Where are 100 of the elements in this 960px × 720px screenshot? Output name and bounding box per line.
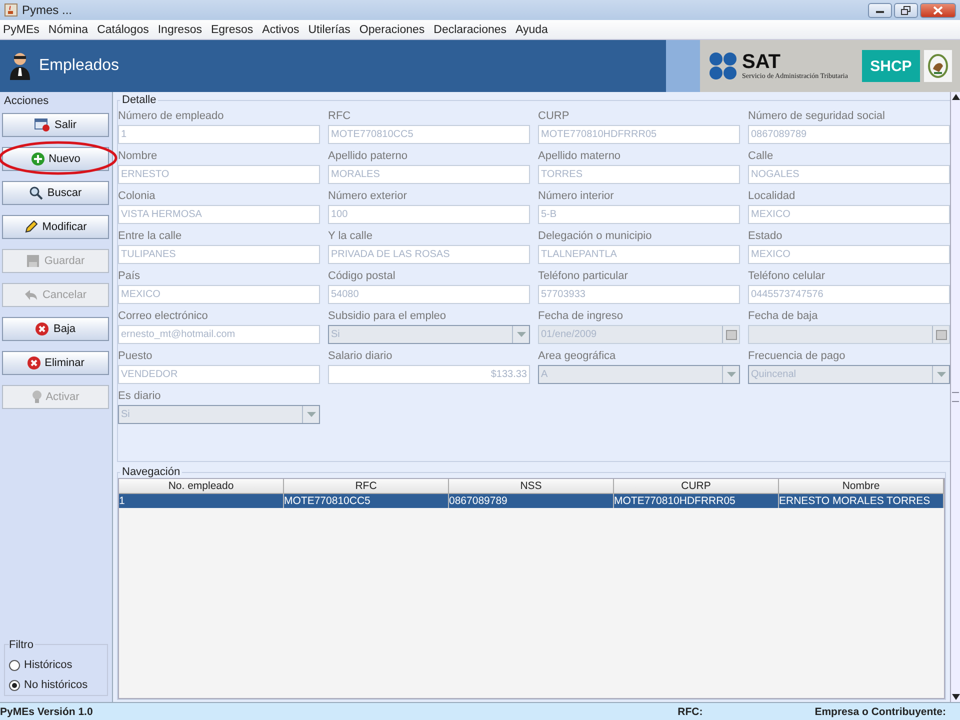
group-title: Detalle xyxy=(121,94,158,106)
action-button[interactable]: Baja xyxy=(2,317,109,341)
java-cup-icon xyxy=(4,3,18,17)
text-field[interactable]: 5-B xyxy=(538,205,740,224)
group-title: Navegación xyxy=(121,466,182,478)
table-cell: MOTE770810HDFRRR05 xyxy=(614,494,779,508)
restore-button[interactable] xyxy=(894,2,918,18)
field-label: Entre la calle xyxy=(118,230,183,242)
field-label: Nombre xyxy=(118,150,158,162)
text-field[interactable]: 0867089789 xyxy=(748,125,950,144)
employee-icon xyxy=(9,52,31,80)
scrollbar[interactable] xyxy=(950,92,960,702)
dropdown-arrow-icon xyxy=(936,372,946,377)
field-label: Fecha de baja xyxy=(748,310,819,322)
text-field[interactable]: NOGALES xyxy=(748,165,950,184)
section-title: Empleados xyxy=(39,57,120,75)
text-field[interactable]: TORRES xyxy=(538,165,740,184)
field-label: Subsidio para el empleo xyxy=(328,310,448,322)
text-field[interactable]: ernesto_mt@hotmail.com xyxy=(118,325,320,344)
menu-item[interactable]: Egresos xyxy=(210,24,254,36)
action-button[interactable]: Eliminar xyxy=(2,351,109,375)
field-label: Correo electrónico xyxy=(118,310,209,322)
field-label: Estado xyxy=(748,230,784,242)
field-label: Salario diario xyxy=(328,350,394,362)
field-label: RFC xyxy=(328,110,352,122)
text-field[interactable]: VISTA HERMOSA xyxy=(118,205,320,224)
text-field[interactable]: TULIPANES xyxy=(118,245,320,264)
minimize-button[interactable] xyxy=(868,2,892,18)
menu-item[interactable]: Ayuda xyxy=(516,24,548,36)
text-field[interactable]: PRIVADA DE LAS ROSAS xyxy=(328,245,530,264)
text-field[interactable]: 100 xyxy=(328,205,530,224)
radio-option[interactable]: No históricos xyxy=(9,679,103,691)
close-icon xyxy=(933,6,943,14)
field-label: Colonia xyxy=(118,190,156,202)
text-field[interactable]: 1 xyxy=(118,125,320,144)
column-header[interactable]: RFC xyxy=(284,479,449,494)
field-label: Area geográfica xyxy=(538,350,617,362)
field-label: CURP xyxy=(538,110,570,122)
text-field[interactable]: MEXICO xyxy=(118,285,320,304)
logo-text: SHCP xyxy=(862,50,920,82)
banner-stripe xyxy=(666,40,700,92)
radio-option[interactable]: Históricos xyxy=(9,659,103,671)
scroll-up-icon[interactable] xyxy=(952,94,960,100)
action-button[interactable]: Nuevo xyxy=(2,147,109,171)
field-label: Teléfono particular xyxy=(538,270,629,282)
action-button[interactable]: Modificar xyxy=(2,215,109,239)
window-title: Pymes ... xyxy=(22,3,72,17)
menu-item[interactable]: Utilerías xyxy=(308,24,350,36)
column-header[interactable]: CURP xyxy=(614,479,779,494)
menu-item[interactable]: Operaciones xyxy=(359,24,425,36)
action-button[interactable]: Buscar xyxy=(2,181,109,205)
menu-item[interactable]: PyMEs xyxy=(3,24,40,36)
menu-item[interactable]: Activos xyxy=(262,24,300,36)
group-title: Filtro xyxy=(9,639,36,651)
undo-icon xyxy=(24,289,38,301)
close-button[interactable] xyxy=(920,2,956,18)
date-field[interactable] xyxy=(748,325,950,344)
delete-icon xyxy=(35,322,50,336)
menu-item[interactable]: Ingresos xyxy=(158,24,202,36)
dropdown-field[interactable]: Quincenal xyxy=(748,365,950,384)
text-field[interactable]: 54080 xyxy=(328,285,530,304)
text-field[interactable]: MORALES xyxy=(328,165,530,184)
date-field[interactable]: 01/ene/2009 xyxy=(538,325,740,344)
action-button[interactable]: Salir xyxy=(2,113,109,137)
menu-item[interactable]: Declaraciones xyxy=(434,24,507,36)
field-label: Apellido materno xyxy=(538,150,622,162)
table-cell: ERNESTO MORALES TORRES xyxy=(779,494,944,508)
field-label: Fecha de ingreso xyxy=(538,310,624,322)
scroll-down-icon[interactable] xyxy=(952,694,960,700)
field-label: País xyxy=(118,270,142,282)
menu-item[interactable]: Catálogos xyxy=(97,24,149,36)
text-field[interactable]: MEXICO xyxy=(748,205,950,224)
pencil-icon xyxy=(24,220,38,234)
menu-item[interactable]: Nómina xyxy=(48,24,88,36)
text-field[interactable]: MOTE770810HDFRRR05 xyxy=(538,125,740,144)
column-header[interactable]: No. empleado xyxy=(119,479,284,494)
dropdown-field[interactable]: Si xyxy=(328,325,530,344)
field-label: Delegación o municipio xyxy=(538,230,653,242)
table-cell: 1 xyxy=(119,494,284,508)
text-field[interactable]: 0445573747576 xyxy=(748,285,950,304)
text-field[interactable]: ERNESTO xyxy=(118,165,320,184)
window-close-icon xyxy=(34,118,50,132)
column-header[interactable]: NSS xyxy=(449,479,614,494)
text-field[interactable]: MOTE770810CC5 xyxy=(328,125,530,144)
dropdown-field[interactable]: A xyxy=(538,365,740,384)
table-row[interactable]: 1 MOTE770810CC5 0867089789 MOTE770810HDFRRR05 ERNESTO MORALES TORRES xyxy=(119,494,944,508)
amount-field[interactable]: $133.33 xyxy=(328,365,530,384)
field-label: Apellido paterno xyxy=(328,150,409,162)
text-field[interactable]: MEXICO xyxy=(748,245,950,264)
text-field[interactable]: TLALNEPANTLA xyxy=(538,245,740,264)
lightbulb-icon xyxy=(32,390,42,404)
field-label: Teléfono celular xyxy=(748,270,826,282)
text-field[interactable]: 57703933 xyxy=(538,285,740,304)
column-header[interactable]: Nombre xyxy=(779,479,944,494)
field-label: Puesto xyxy=(118,350,154,362)
emblem-icon xyxy=(924,50,952,82)
table-cell: 0867089789 xyxy=(449,494,614,508)
group-title: Acciones xyxy=(3,94,50,109)
text-field[interactable]: VENDEDOR xyxy=(118,365,320,384)
dropdown-field[interactable]: Si xyxy=(118,405,320,424)
